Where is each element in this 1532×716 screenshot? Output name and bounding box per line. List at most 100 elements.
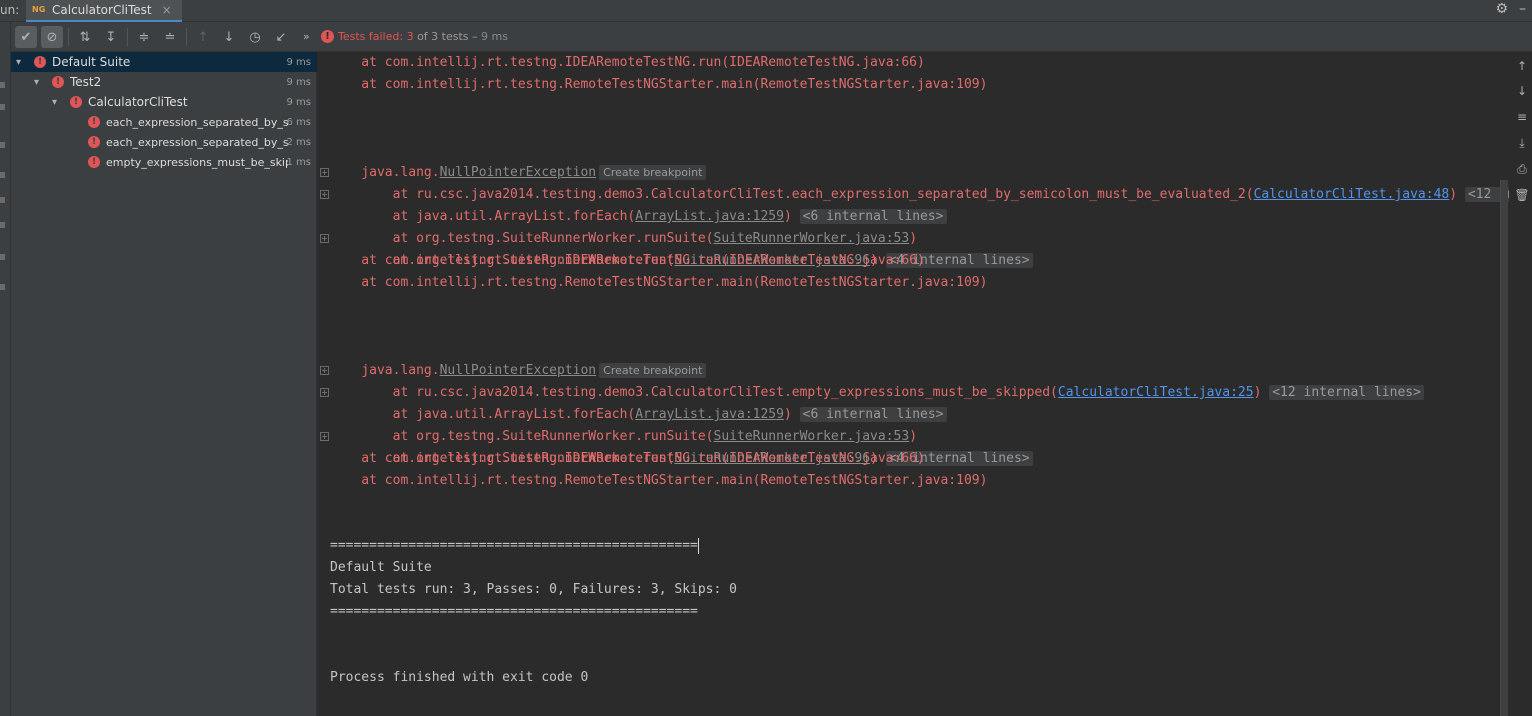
- history-icon[interactable]: ◷: [244, 26, 266, 48]
- internal-lines-badge[interactable]: <12 internal lines>: [1269, 385, 1424, 400]
- toolbar-separator: [68, 28, 69, 46]
- stack-frame: at java.util.ArrayList.forEach(ArrayList…: [330, 382, 947, 422]
- tree-item-label: Default Suite: [52, 55, 131, 69]
- show-ignored-icon[interactable]: ⊘: [41, 26, 63, 48]
- console-scrollbar[interactable]: [1500, 180, 1508, 716]
- summary-totals: Total tests run: 3, Passes: 0, Failures:…: [330, 582, 737, 597]
- stop-icon[interactable]: [0, 142, 5, 148]
- chevron-down-icon[interactable]: ▾: [52, 97, 57, 108]
- text-caret: [697, 537, 699, 554]
- chevron-down-icon[interactable]: ▾: [34, 77, 39, 88]
- tree-item-label: Test2: [70, 75, 102, 89]
- hide-panel-icon[interactable]: –: [1519, 1, 1526, 17]
- export-icon[interactable]: [0, 284, 5, 290]
- error-icon: !: [88, 156, 100, 168]
- collapse-all-icon[interactable]: ≐: [159, 26, 181, 48]
- status-label: Tests failed:: [338, 30, 404, 43]
- summary-rule: ========================================…: [330, 604, 698, 619]
- settings-small-icon[interactable]: [0, 254, 5, 260]
- status-text: Tests failed: 3 of 3 tests – 9 ms: [338, 30, 508, 43]
- test-tree: ▾ ! Default Suite 9 ms ▾ ! Test2 9 ms ▾ …: [11, 52, 317, 716]
- clear-all-icon[interactable]: 🗑: [1514, 187, 1530, 203]
- tree-item-label: each_expression_separated_by_ser: [106, 115, 288, 129]
- source-link[interactable]: CalculatorCliTest.java:48: [1254, 187, 1450, 202]
- close-tab-icon[interactable]: ×: [162, 3, 172, 17]
- soft-wrap-icon[interactable]: ≡: [1514, 109, 1530, 125]
- status-time: 9 ms: [481, 30, 508, 43]
- error-icon: !: [52, 76, 64, 88]
- left-action-strip: [0, 22, 11, 716]
- tree-item-test-method[interactable]: ! each_expression_separated_by_ser 6 ms: [11, 112, 317, 132]
- tool-window-header: un: NG CalculatorCliTest × ⚙ –: [0, 0, 1532, 22]
- tree-item-calculatorclitest[interactable]: ▾ ! CalculatorCliTest 9 ms: [11, 92, 317, 112]
- run-tab[interactable]: NG CalculatorCliTest ×: [26, 0, 182, 22]
- tree-item-test-method[interactable]: ! empty_expressions_must_be_skipp 1 ms: [11, 152, 317, 172]
- tree-item-time: 6 ms: [286, 116, 312, 128]
- process-exit-message: Process finished with exit code 0: [330, 670, 589, 685]
- chevron-down-icon[interactable]: ▾: [16, 57, 21, 68]
- tree-item-label: each_expression_separated_by_ser: [106, 135, 288, 149]
- console-side-toolbar: ↑ ↓ ≡ ⤓ ⎙ 🗑: [1512, 52, 1532, 716]
- chevron-right-icon[interactable]: »: [303, 30, 310, 43]
- toolbar-separator: [127, 28, 128, 46]
- console-line: at com.intellij.rt.testng.IDEARemoteTest…: [330, 55, 925, 70]
- scroll-to-end-icon[interactable]: ⤓: [1514, 135, 1530, 151]
- status-separator: –: [472, 30, 478, 43]
- tree-item-test-method[interactable]: ! each_expression_separated_by_ser 2 ms: [11, 132, 317, 152]
- exception-header: java.lang.NullPointerException Create bre…: [330, 338, 707, 378]
- fold-expand-icon[interactable]: +: [320, 366, 329, 375]
- tree-item-time: 1 ms: [286, 156, 312, 168]
- tree-item-test2[interactable]: ▾ ! Test2 9 ms: [11, 72, 317, 92]
- fold-expand-icon[interactable]: +: [320, 168, 329, 177]
- pin-icon[interactable]: [0, 222, 5, 228]
- layout-icon[interactable]: [0, 197, 5, 203]
- print-icon[interactable]: ⎙: [1514, 161, 1530, 177]
- stack-frame: at org.testng.SuiteRunnerWorker.runSuite…: [330, 404, 917, 444]
- tree-item-label: CalculatorCliTest: [88, 95, 188, 109]
- error-icon: !: [88, 116, 100, 128]
- fold-expand-icon[interactable]: +: [320, 432, 329, 441]
- stack-frame: at com.intellij.rt.testng.IDEARemoteTest…: [330, 253, 925, 268]
- tree-item-label: empty_expressions_must_be_skipp: [106, 155, 288, 169]
- tree-item-time: 2 ms: [286, 136, 312, 148]
- summary-rule: ========================================…: [330, 535, 699, 557]
- stack-frame-close: ): [1253, 385, 1262, 400]
- status-total: of 3 tests: [417, 30, 469, 43]
- stack-frame: at ru.csc.java2014.testing.demo3.Calcula…: [330, 162, 1509, 202]
- sort-duration-icon[interactable]: ↧: [100, 26, 122, 48]
- next-failed-icon[interactable]: ↓: [218, 26, 240, 48]
- toggle-auto-test-icon[interactable]: [0, 172, 5, 178]
- sort-alpha-icon[interactable]: ⇅: [74, 26, 96, 48]
- error-icon: !: [34, 56, 46, 68]
- show-passed-icon[interactable]: ✔: [15, 26, 37, 48]
- stack-frame: at java.util.ArrayList.forEach(ArrayList…: [330, 184, 947, 224]
- fold-expand-icon[interactable]: +: [320, 234, 329, 243]
- stack-frame: at com.intellij.rt.testng.RemoteTestNGSt…: [330, 473, 988, 488]
- run-tab-title: CalculatorCliTest: [52, 3, 152, 17]
- rerun-failed-icon[interactable]: [0, 104, 5, 110]
- import-icon[interactable]: ↙: [270, 26, 292, 48]
- rerun-icon[interactable]: [0, 82, 5, 88]
- fold-expand-icon[interactable]: +: [320, 388, 329, 397]
- stack-frame: at com.intellij.rt.testng.IDEARemoteTest…: [330, 451, 925, 466]
- tree-item-time: 9 ms: [286, 76, 312, 88]
- stack-frame: at org.testng.SuiteRunnerWorker.run(Suit…: [330, 228, 1033, 268]
- error-icon: !: [70, 96, 82, 108]
- stack-frame: at ru.csc.java2014.testing.demo3.Calcula…: [330, 360, 1424, 400]
- console-line: at com.intellij.rt.testng.RemoteTestNGSt…: [330, 77, 988, 92]
- scroll-down-icon[interactable]: ↓: [1514, 83, 1530, 99]
- prev-failed-icon[interactable]: ↑: [192, 26, 214, 48]
- source-link[interactable]: CalculatorCliTest.java:25: [1058, 385, 1254, 400]
- fold-expand-icon[interactable]: +: [320, 190, 329, 199]
- stack-frame: at com.intellij.rt.testng.RemoteTestNGSt…: [330, 275, 988, 290]
- summary-suite: Default Suite: [330, 560, 432, 575]
- console-output[interactable]: at com.intellij.rt.testng.IDEARemoteTest…: [317, 52, 1509, 716]
- stack-frame-close: ): [1449, 187, 1458, 202]
- scroll-up-icon[interactable]: ↑: [1514, 58, 1530, 74]
- gear-icon[interactable]: ⚙: [1495, 1, 1508, 17]
- status-failed-count: 3: [406, 30, 414, 43]
- tree-item-default-suite[interactable]: ▾ ! Default Suite 9 ms: [11, 52, 317, 72]
- test-runner-toolbar: ✔ ⊘ ⇅ ↧ ≑ ≐ ↑ ↓ ◷ ↙: [11, 22, 317, 52]
- testng-icon: NG: [32, 5, 46, 14]
- expand-all-icon[interactable]: ≑: [133, 26, 155, 48]
